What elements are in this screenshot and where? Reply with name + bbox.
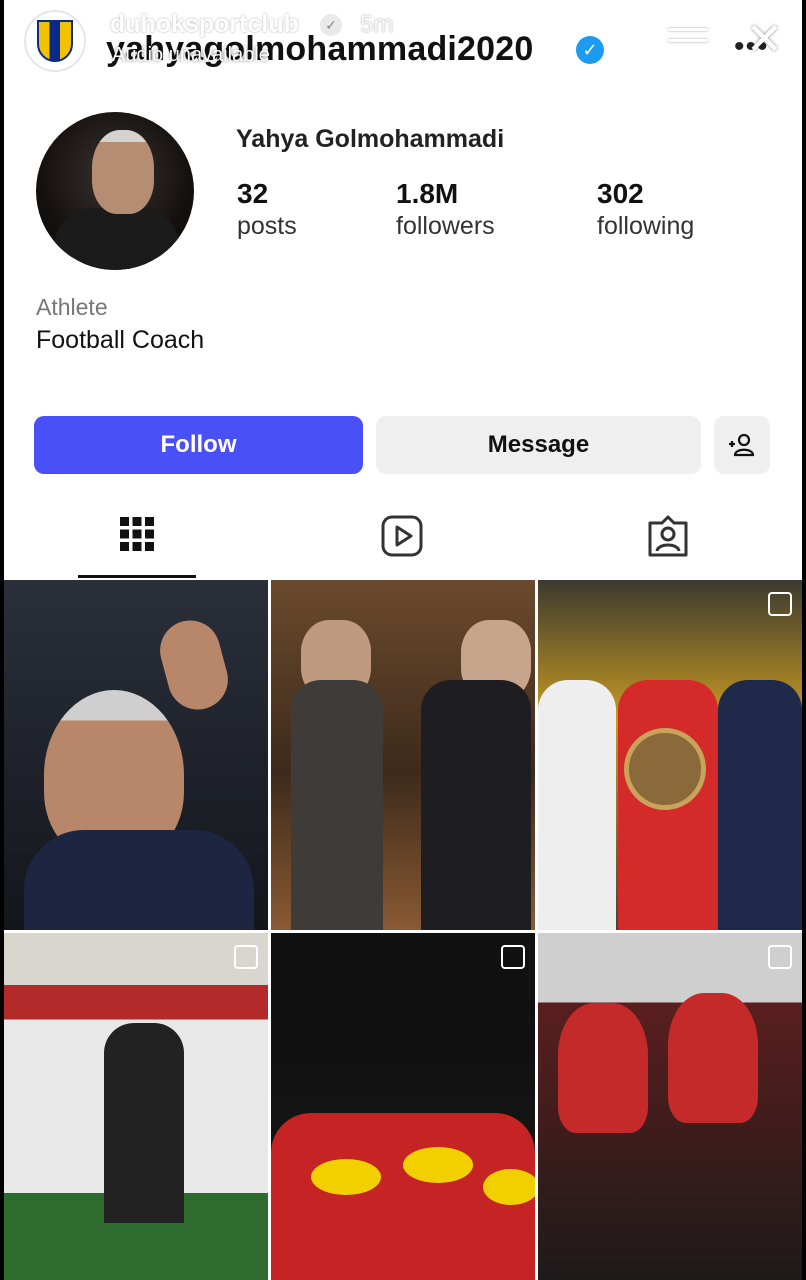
stat-posts-label: posts: [237, 212, 297, 240]
close-icon[interactable]: ✕: [746, 18, 783, 62]
carousel-icon: [768, 945, 792, 969]
story-verified-icon: ✓: [320, 14, 342, 36]
stat-following-value: 302: [597, 178, 644, 209]
stat-posts[interactable]: 32 posts: [237, 178, 297, 241]
tab-tagged[interactable]: [646, 514, 694, 562]
profile-category: Athlete: [36, 294, 108, 320]
post-figure: [718, 680, 802, 930]
profile-avatar[interactable]: [36, 112, 194, 270]
post-figure: [483, 1169, 535, 1205]
story-progress-icon: [668, 28, 708, 52]
post-thumbnail[interactable]: [4, 580, 268, 930]
post-figure: [291, 680, 383, 930]
reels-icon: [381, 515, 423, 557]
carousel-icon: [768, 592, 792, 616]
story-screen: yahyagolmohammadi2020 ✓ duhoksportclub ✓…: [4, 0, 802, 1280]
posts-grid: [4, 580, 802, 1280]
stat-followers-label: followers: [396, 212, 495, 240]
profile-tabs: [4, 500, 802, 580]
post-figure: [403, 1147, 473, 1183]
post-thumbnail[interactable]: [4, 933, 268, 1280]
post-figure: [311, 1159, 381, 1195]
story-timestamp: 5m: [360, 11, 394, 38]
message-button[interactable]: Message: [376, 416, 701, 474]
grid-icon: [120, 517, 154, 551]
story-avatar[interactable]: [24, 10, 86, 72]
post-figure: [538, 680, 616, 930]
post-figure: [624, 728, 706, 810]
avatar-body: [54, 208, 180, 270]
profile-bio: Football Coach: [36, 326, 205, 354]
post-thumbnail[interactable]: [271, 933, 535, 1280]
redacted-area: [22, 354, 408, 396]
stat-following-label: following: [597, 212, 695, 240]
story-username[interactable]: duhoksportclub: [110, 10, 299, 39]
post-figure: [104, 1023, 184, 1223]
audio-unavailable-label: Audio unavailable: [112, 44, 270, 66]
post-figure: [24, 830, 254, 930]
post-figure: [153, 613, 235, 717]
post-thumbnail[interactable]: [538, 580, 802, 930]
post-thumbnail[interactable]: [538, 933, 802, 1280]
avatar-head: [92, 130, 154, 214]
stat-following[interactable]: 302 following: [597, 178, 694, 241]
club-logo-icon: [37, 20, 73, 62]
active-tab-indicator: [78, 575, 196, 578]
stat-followers-value: 1.8M: [396, 178, 459, 209]
tagged-icon: [648, 515, 688, 557]
carousel-icon: [234, 945, 258, 969]
carousel-icon: [501, 945, 525, 969]
add-person-button[interactable]: [714, 416, 770, 474]
tab-reels[interactable]: [380, 514, 428, 562]
add-person-icon: [729, 433, 755, 457]
post-figure: [421, 680, 531, 930]
stat-posts-value: 32: [237, 178, 269, 209]
post-figure: [668, 993, 758, 1123]
post-thumbnail[interactable]: [271, 580, 535, 930]
tab-grid[interactable]: [117, 514, 165, 562]
profile-full-name: Yahya Golmohammadi: [236, 125, 505, 153]
stat-followers[interactable]: 1.8M followers: [396, 178, 495, 241]
post-figure: [558, 1003, 648, 1133]
follow-button[interactable]: Follow: [34, 416, 363, 474]
